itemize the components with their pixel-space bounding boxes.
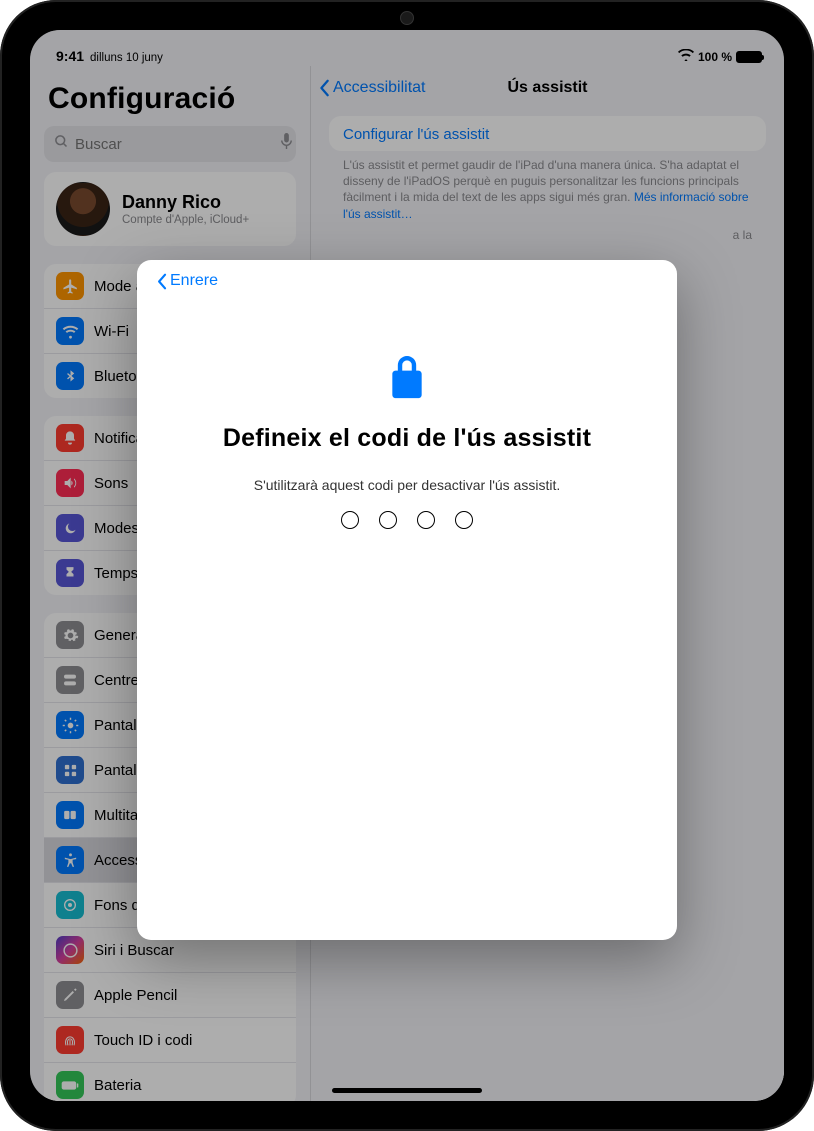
passcode-dot [341,511,359,529]
ipad-frame: 9:41 dilluns 10 juny 100 % Configuració [0,0,814,1131]
home-indicator[interactable] [332,1088,482,1093]
sheet-title: Defineix el codi de l'ús assistit [223,424,591,453]
front-camera [400,11,414,25]
lock-icon [385,350,429,406]
passcode-dot [455,511,473,529]
passcode-dots[interactable] [341,511,473,529]
passcode-dot [417,511,435,529]
sheet-back-button[interactable]: Enrere [157,270,218,290]
sheet-subtitle: S'utilitzarà aquest codi per desactivar … [254,477,560,493]
screen: 9:41 dilluns 10 juny 100 % Configuració [30,30,784,1101]
passcode-sheet: Enrere Defineix el codi de l'ús assistit… [137,260,677,940]
passcode-dot [379,511,397,529]
sheet-back-label: Enrere [170,272,218,290]
